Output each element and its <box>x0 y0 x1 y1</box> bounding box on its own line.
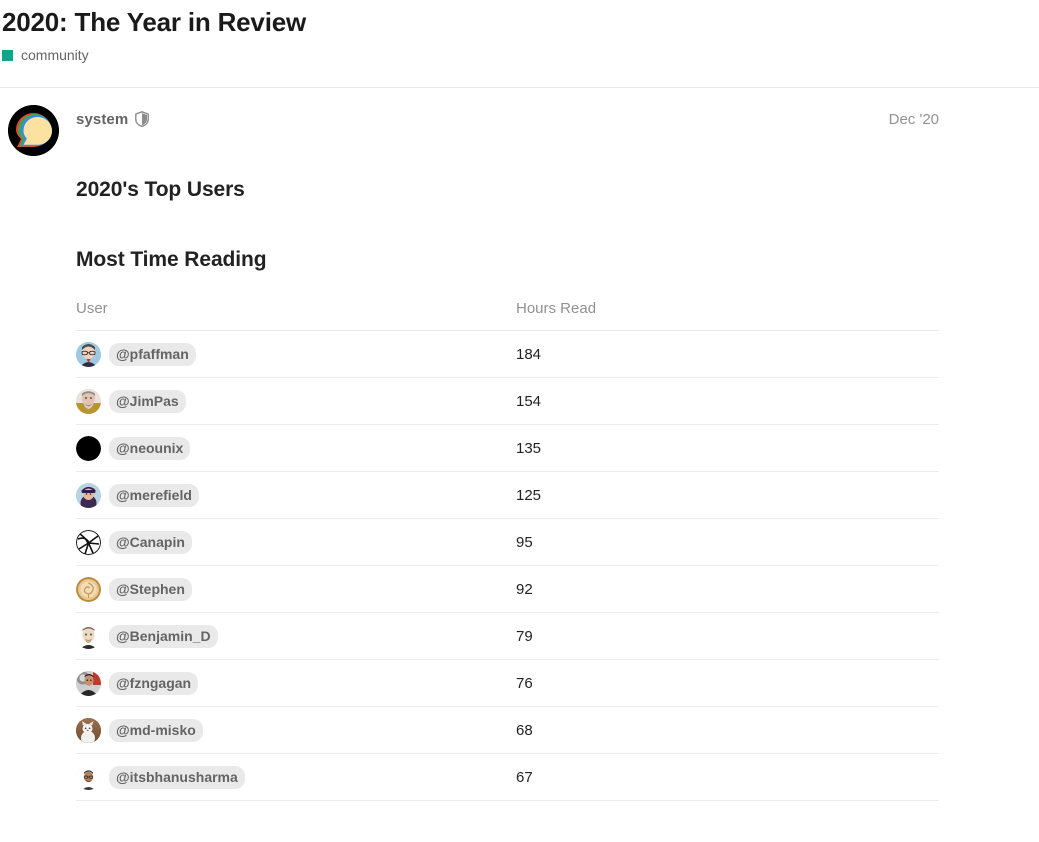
poster-username[interactable]: system <box>76 111 128 128</box>
user-avatar-icon[interactable] <box>76 388 101 414</box>
user-mention-link[interactable]: @itsbhanusharma <box>109 765 245 789</box>
poster-info: system <box>76 111 150 128</box>
cell-hours: 92 <box>516 565 939 613</box>
user-avatar-icon[interactable] <box>76 670 101 696</box>
table-row: @Canapin 95 <box>76 518 939 566</box>
table-row: @merefield 125 <box>76 471 939 519</box>
user-cell: @JimPas <box>76 388 516 414</box>
hours-value: 154 <box>516 392 542 410</box>
user-mention-link[interactable]: @JimPas <box>109 389 186 413</box>
cell-hours: 68 <box>516 706 939 754</box>
table-row: @JimPas 154 <box>76 377 939 425</box>
hours-value: 68 <box>516 721 533 739</box>
table-row: @md-misko 68 <box>76 706 939 754</box>
user-cell: @Stephen <box>76 576 516 602</box>
user-mention-link[interactable]: @Canapin <box>109 530 192 554</box>
table-row: @fzngagan 76 <box>76 659 939 707</box>
post-body: 2020's Top Users Most Time Reading User … <box>76 177 1039 801</box>
cell-hours: 154 <box>516 377 939 425</box>
heading-top-users: 2020's Top Users <box>76 178 245 201</box>
user-avatar-icon[interactable] <box>76 717 101 743</box>
table-row: @Benjamin_D 79 <box>76 612 939 660</box>
column-header-hours: Hours Read <box>516 300 939 331</box>
hours-value: 79 <box>516 627 533 645</box>
category-color-badge <box>2 49 13 61</box>
post-date[interactable]: Dec '20 <box>889 111 939 128</box>
user-mention-link[interactable]: @Benjamin_D <box>109 624 218 648</box>
user-avatar-icon[interactable] <box>76 764 101 790</box>
topic-header: 2020: The Year in Review community <box>0 0 1039 65</box>
user-cell: @Benjamin_D <box>76 623 516 649</box>
cell-user: @fzngagan <box>76 659 516 707</box>
cell-user: @itsbhanusharma <box>76 753 516 801</box>
shield-glyph <box>135 111 150 127</box>
cell-hours: 184 <box>516 330 939 378</box>
table-row: @neounix 135 <box>76 424 939 472</box>
avatar[interactable] <box>8 105 59 156</box>
table-row: @Stephen 92 <box>76 565 939 613</box>
cell-user: @Canapin <box>76 518 516 566</box>
cell-user: @md-misko <box>76 706 516 754</box>
post: system Dec '20 2020's Top Users Most Tim… <box>0 88 1039 801</box>
topic-page: 2020: The Year in Review community syste… <box>0 0 1039 842</box>
hours-value: 125 <box>516 486 542 504</box>
user-cell: @fzngagan <box>76 670 516 696</box>
user-mention-link[interactable]: @fzngagan <box>109 671 199 695</box>
post-meta: system Dec '20 <box>76 105 1039 133</box>
user-avatar-icon[interactable] <box>76 482 101 508</box>
user-mention-link[interactable]: @Stephen <box>109 577 192 601</box>
user-avatar-icon[interactable] <box>76 435 101 461</box>
user-mention-link[interactable]: @pfaffman <box>109 342 196 366</box>
user-avatar-icon[interactable] <box>76 623 101 649</box>
user-cell: @merefield <box>76 482 516 508</box>
table-head: User Hours Read <box>76 300 939 331</box>
heading-most-time-reading: Most Time Reading <box>76 248 267 271</box>
cell-user: @JimPas <box>76 377 516 425</box>
user-mention-link[interactable]: @neounix <box>109 436 191 460</box>
user-avatar-icon[interactable] <box>76 341 101 367</box>
cell-hours: 95 <box>516 518 939 566</box>
user-avatar-icon[interactable] <box>76 576 101 602</box>
cell-hours: 135 <box>516 424 939 472</box>
hours-value: 92 <box>516 580 533 598</box>
user-cell: @neounix <box>76 435 516 461</box>
cell-user: @Stephen <box>76 565 516 613</box>
cell-hours: 67 <box>516 753 939 801</box>
table-body: @pfaffman 184 @JimPas 154 @neounix 135 @merefi… <box>76 330 939 801</box>
hours-value: 95 <box>516 533 533 551</box>
cell-hours: 125 <box>516 471 939 519</box>
shield-icon <box>135 111 150 127</box>
cell-user: @Benjamin_D <box>76 612 516 660</box>
breadcrumb: community <box>0 45 1039 65</box>
user-mention-link[interactable]: @merefield <box>109 483 199 507</box>
top-users-table: User Hours Read @pfaffman 184 @JimPas 154 @n… <box>76 300 939 801</box>
user-cell: @Canapin <box>76 529 516 555</box>
discourse-logo-avatar-icon <box>8 105 59 156</box>
cell-hours: 76 <box>516 659 939 707</box>
page-title: 2020: The Year in Review <box>2 7 307 37</box>
cell-user: @pfaffman <box>76 330 516 378</box>
user-mention-link[interactable]: @md-misko <box>109 718 203 742</box>
cell-user: @merefield <box>76 471 516 519</box>
user-avatar-icon[interactable] <box>76 529 101 555</box>
column-header-user: User <box>76 300 516 331</box>
hours-value: 184 <box>516 345 542 363</box>
user-cell: @pfaffman <box>76 341 516 367</box>
hours-value: 67 <box>516 768 533 786</box>
cell-hours: 79 <box>516 612 939 660</box>
hours-value: 76 <box>516 674 533 692</box>
user-cell: @md-misko <box>76 717 516 743</box>
table-row: @pfaffman 184 <box>76 330 939 378</box>
hours-value: 135 <box>516 439 542 457</box>
cell-user: @neounix <box>76 424 516 472</box>
user-cell: @itsbhanusharma <box>76 764 516 790</box>
table-header-row: User Hours Read <box>76 300 939 331</box>
table-row: @itsbhanusharma 67 <box>76 753 939 801</box>
category-link[interactable]: community <box>21 47 89 63</box>
